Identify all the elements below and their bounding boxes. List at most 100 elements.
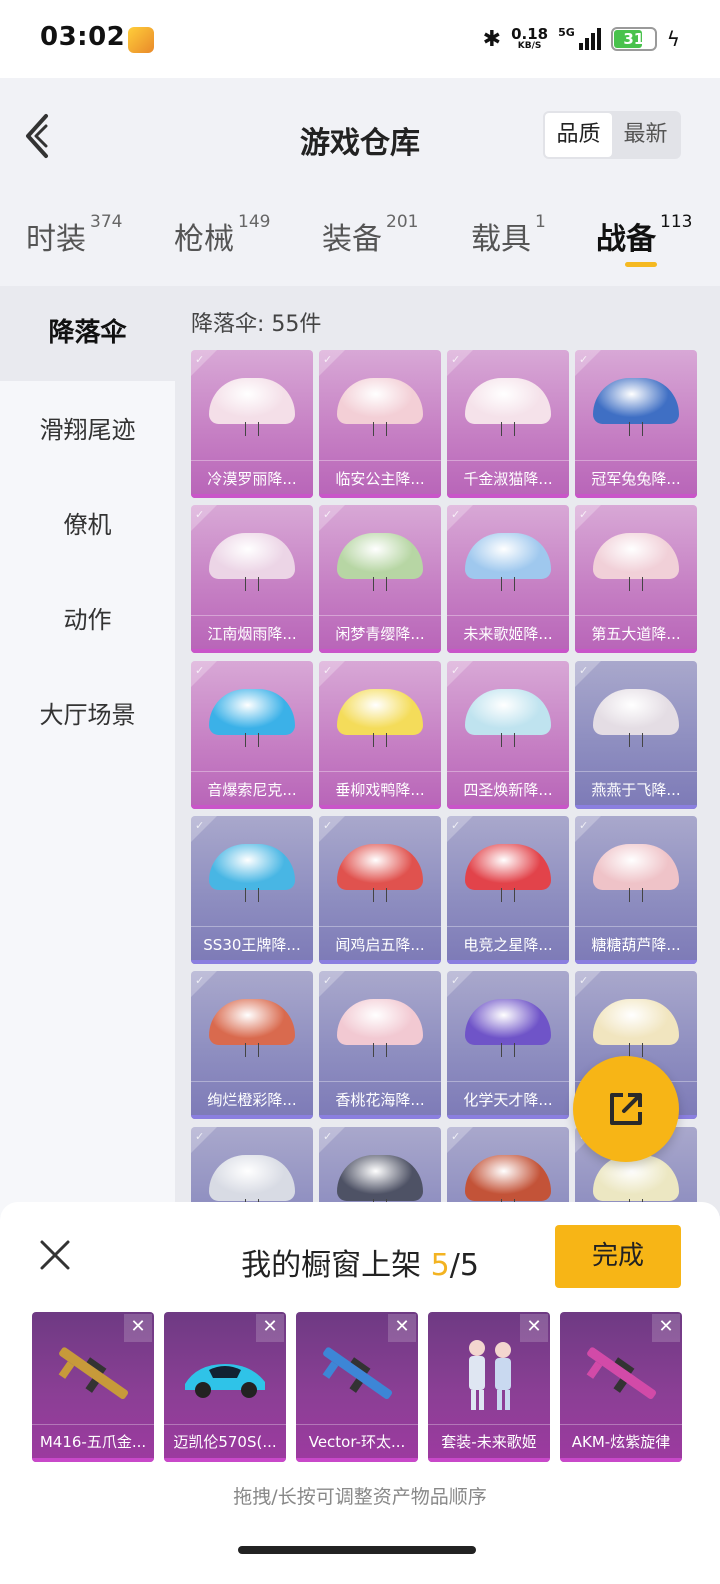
sidebar-item-glide-trail[interactable]: 滑翔尾迹 [0, 383, 175, 478]
car-icon [177, 1334, 273, 1414]
parachute-icon [461, 836, 555, 908]
parachute-name: 闲梦青缨降... [319, 615, 441, 653]
parachute-name: 绚烂橙彩降... [191, 1081, 313, 1119]
checkmark-icon: ✓ [579, 664, 589, 677]
showcase-item-name: AKM-炫紫旋律 [560, 1424, 682, 1462]
parachute-name: 燕燕于飞降... [575, 771, 697, 809]
page-header: 游戏仓库 品质 最新 [0, 78, 720, 188]
tab-outfits[interactable]: 时装 374 [26, 212, 122, 258]
checkmark-icon: ✓ [451, 1130, 461, 1143]
clock: 03:02 [40, 22, 126, 52]
parachute-icon [589, 370, 683, 442]
checkmark-icon: ✓ [323, 664, 333, 677]
checkmark-icon: ✓ [195, 508, 205, 521]
parachute-card[interactable]: ✓ 未来歌姬降... [447, 505, 569, 653]
parachute-card[interactable]: ✓ 电竞之星降... [447, 816, 569, 964]
parachute-card[interactable]: ✓ 江南烟雨降... [191, 505, 313, 653]
subcategory-sidebar: 降落伞 滑翔尾迹 僚机 动作 大厅场景 [0, 286, 175, 1216]
showcase-item[interactable]: ✕ M416-五爪金... [32, 1312, 154, 1462]
sort-quality-option[interactable]: 品质 [545, 113, 612, 157]
checkmark-icon: ✓ [451, 353, 461, 366]
parachute-icon [333, 681, 427, 753]
parachute-card[interactable]: ✓ 香桃花海降... [319, 971, 441, 1119]
tab-tactical[interactable]: 战备 113 [596, 212, 692, 258]
tab-vehicles[interactable]: 载具 1 [471, 212, 546, 258]
parachute-icon [589, 525, 683, 597]
showcase-item[interactable]: ✕ AKM-炫紫旋律 [560, 1312, 682, 1462]
sidebar-item-lobby-scene[interactable]: 大厅场景 [0, 668, 175, 763]
showcase-total-count: /5 [449, 1248, 479, 1283]
parachute-name: 临安公主降... [319, 460, 441, 498]
showcase-item[interactable]: ✕ Vector-环太... [296, 1312, 418, 1462]
parachute-icon [589, 991, 683, 1063]
done-button[interactable]: 完成 [555, 1225, 681, 1288]
parachute-icon [589, 836, 683, 908]
checkmark-icon: ✓ [579, 353, 589, 366]
parachute-card[interactable]: ✓ SS30王牌降... [191, 816, 313, 964]
showcase-item[interactable]: ✕ 套装-未来歌姬 [428, 1312, 550, 1462]
sidebar-item-wingman[interactable]: 僚机 [0, 478, 175, 573]
home-indicator[interactable] [238, 1546, 476, 1554]
sort-newest-option[interactable]: 最新 [612, 113, 679, 157]
parachute-name: 未来歌姬降... [447, 615, 569, 653]
showcase-sheet: 我的橱窗上架 5/5 完成 ✕ M416-五爪金... ✕ 迈凯伦570S(... ✕ V… [0, 1202, 720, 1584]
parachute-icon [205, 836, 299, 908]
item-count-label: 降落伞: 55件 [191, 312, 322, 337]
parachute-card[interactable]: ✓ 音爆索尼克... [191, 661, 313, 809]
parachute-icon [333, 525, 427, 597]
parachute-card[interactable]: ✓ 冷漠罗丽降... [191, 350, 313, 498]
sidebar-item-parachute[interactable]: 降落伞 [0, 286, 175, 381]
tab-equipment[interactable]: 装备 201 [322, 212, 418, 258]
checkmark-icon: ✓ [195, 974, 205, 987]
parachute-icon [205, 681, 299, 753]
checkmark-icon: ✓ [323, 974, 333, 987]
checkmark-icon: ✓ [323, 353, 333, 366]
showcase-title-text: 我的橱窗上架 [241, 1248, 422, 1283]
checkmark-icon: ✓ [323, 819, 333, 832]
parachute-icon [589, 681, 683, 753]
parachute-name: 江南烟雨降... [191, 615, 313, 653]
parachute-card[interactable]: ✓ 第五大道降... [575, 505, 697, 653]
checkmark-icon: ✓ [451, 819, 461, 832]
status-icons: ✱ 0.18 KB/S 5G 31 ϟ [483, 24, 680, 54]
showcase-current-count: 5 [430, 1248, 450, 1283]
network-speed: 0.18 KB/S [511, 27, 548, 51]
signal-icon [578, 28, 601, 50]
parachute-name: 千金淑猫降... [447, 460, 569, 498]
showcase-item[interactable]: ✕ 迈凯伦570S(... [164, 1312, 286, 1462]
parachute-name: 冷漠罗丽降... [191, 460, 313, 498]
parachute-card[interactable]: ✓ 糖糖葫芦降... [575, 816, 697, 964]
checkmark-icon: ✓ [195, 353, 205, 366]
parachute-icon [333, 836, 427, 908]
parachute-card[interactable]: ✓ 千金淑猫降... [447, 350, 569, 498]
parachute-card[interactable]: ✓ 化学天才降... [447, 971, 569, 1119]
share-button[interactable] [573, 1056, 679, 1162]
checkmark-icon: ✓ [195, 664, 205, 677]
parachute-icon [205, 525, 299, 597]
battery-level: 31 [623, 30, 645, 48]
checkmark-icon: ✓ [579, 508, 589, 521]
network-speed-unit: KB/S [517, 41, 542, 51]
parachute-card[interactable]: ✓ 燕燕于飞降... [575, 661, 697, 809]
parachute-name: 第五大道降... [575, 615, 697, 653]
showcase-item-name: 套装-未来歌姬 [428, 1424, 550, 1462]
parachute-card[interactable]: ✓ 冠军兔兔降... [575, 350, 697, 498]
parachute-name: 电竞之星降... [447, 926, 569, 964]
parachute-card[interactable]: ✓ 四圣焕新降... [447, 661, 569, 809]
charging-icon: ϟ [666, 27, 680, 51]
rifle-icon [45, 1334, 141, 1414]
parachute-card[interactable]: ✓ 临安公主降... [319, 350, 441, 498]
parachute-card[interactable]: ✓ 闻鸡启五降... [319, 816, 441, 964]
showcase-item-name: 迈凯伦570S(... [164, 1424, 286, 1462]
tab-weapons[interactable]: 枪械 149 [174, 212, 270, 258]
parachute-name: 四圣焕新降... [447, 771, 569, 809]
reorder-hint: 拖拽/长按可调整资产物品顺序 [233, 1486, 487, 1508]
parachute-name: 糖糖葫芦降... [575, 926, 697, 964]
parachute-icon [461, 991, 555, 1063]
parachute-card[interactable]: ✓ 垂柳戏鸭降... [319, 661, 441, 809]
parachute-card[interactable]: ✓ 闲梦青缨降... [319, 505, 441, 653]
parachute-name: 化学天才降... [447, 1081, 569, 1119]
sidebar-item-emote[interactable]: 动作 [0, 573, 175, 668]
sort-toggle: 品质 最新 [543, 111, 681, 159]
parachute-card[interactable]: ✓ 绚烂橙彩降... [191, 971, 313, 1119]
